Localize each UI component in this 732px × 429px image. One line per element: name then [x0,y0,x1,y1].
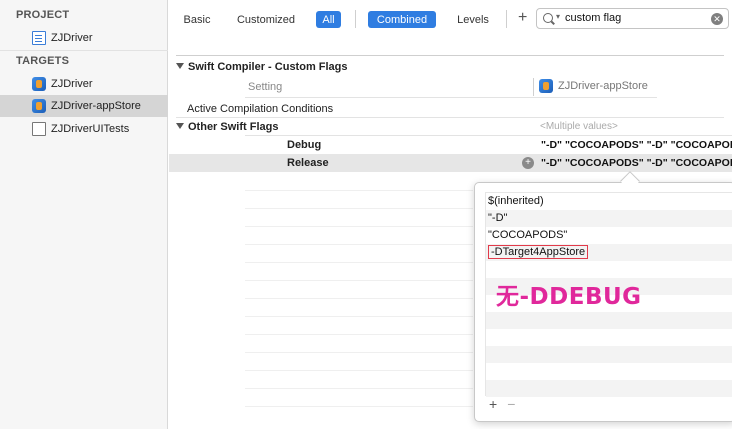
build-settings-toolbar: Basic Customized All Combined Levels + ▾… [169,0,732,38]
sidebar-item-label: ZJDriverUITests [51,123,130,135]
sidebar-item-target-zjdriver[interactable]: ZJDriver [0,73,168,95]
settings-empty-grid [245,172,473,429]
view-levels-button[interactable]: Levels [451,11,495,28]
toolbar-rule [176,55,724,56]
targets-header: TARGETS [16,55,70,67]
disclosure-triangle-icon[interactable] [176,63,184,69]
folder-icon [32,122,46,136]
view-combined-button[interactable]: Combined [368,11,436,28]
sidebar-item-label: ZJDriver-appStore [51,100,141,112]
sidebar-item-target-appstore[interactable]: ZJDriver-appStore [0,95,168,117]
search-icon [543,13,553,23]
disclosure-triangle-icon[interactable] [176,123,184,129]
sidebar-item-label: ZJDriver [51,78,93,90]
toolbar-divider [506,10,507,28]
tab-basic[interactable]: Basic [177,11,217,28]
setting-label: Other Swift Flags [188,121,279,133]
remove-flag-button[interactable]: − [507,396,515,412]
search-field[interactable]: ▾ custom flag ✕ [536,8,729,29]
setting-active-compilation-conditions[interactable]: Active Compilation Conditions [187,103,333,115]
add-condition-icon[interactable]: + [522,157,534,169]
list-item-editing[interactable]: -DTarget4AppStore [486,244,732,261]
setting-release-label[interactable]: Release [287,157,329,169]
project-file-icon [32,31,46,45]
flag-edit-field[interactable]: -DTarget4AppStore [488,245,589,259]
list-item-empty [486,380,732,397]
row-divider [176,117,724,118]
setting-debug-label[interactable]: Debug [287,139,321,151]
sidebar-item-project[interactable]: ZJDriver [0,27,168,49]
list-item-empty [486,329,732,346]
list-item-empty [486,346,732,363]
tab-customized[interactable]: Customized [231,11,301,28]
column-target-label: ZJDriver-appStore [558,80,648,92]
app-icon [32,77,46,91]
search-input[interactable]: custom flag [565,12,621,24]
column-header-target: ZJDriver-appStore [539,79,648,93]
toolbar-divider [355,10,356,28]
clear-search-icon[interactable]: ✕ [711,13,723,25]
section-swift-custom-flags[interactable]: Swift Compiler - Custom Flags [176,61,348,73]
add-flag-button[interactable]: + [489,396,497,412]
row-divider [245,135,732,136]
project-header: PROJECT [16,9,70,21]
sidebar-item-label: ZJDriver [51,32,93,44]
setting-debug-value[interactable]: "-D" "COCOAPODS" "-D" "COCOAPODS" [541,139,732,151]
tab-all[interactable]: All [316,11,341,28]
app-icon [32,99,46,113]
list-item-empty [486,312,732,329]
sidebar-item-target-uitests[interactable]: ZJDriverUITests [0,118,168,140]
setting-release-value[interactable]: "-D" "COCOAPODS" "-D" "COCOAPODS" [541,157,732,169]
section-title: Swift Compiler - Custom Flags [188,61,348,73]
list-item[interactable]: "-D" [486,210,732,227]
list-item[interactable]: $(inherited) [486,193,732,210]
sidebar-divider [0,50,168,51]
row-divider [245,97,657,98]
list-item-empty [486,363,732,380]
popover-footer: + − [489,396,515,412]
list-item-empty [486,261,732,278]
column-header-setting: Setting [248,81,283,93]
setting-other-swift-flags[interactable]: Other Swift Flags [176,121,278,133]
column-divider [533,78,534,96]
list-item[interactable]: "COCOAPODS" [486,227,732,244]
multiple-values-text: <Multiple values> [540,121,618,132]
search-options-icon[interactable]: ▾ [556,12,560,21]
navigator-sidebar: PROJECT ZJDriver TARGETS ZJDriver ZJDriv… [0,0,168,429]
annotation-text: 无-DDEBUG [496,284,642,310]
app-icon [539,79,553,93]
add-setting-button[interactable]: + [518,9,527,27]
